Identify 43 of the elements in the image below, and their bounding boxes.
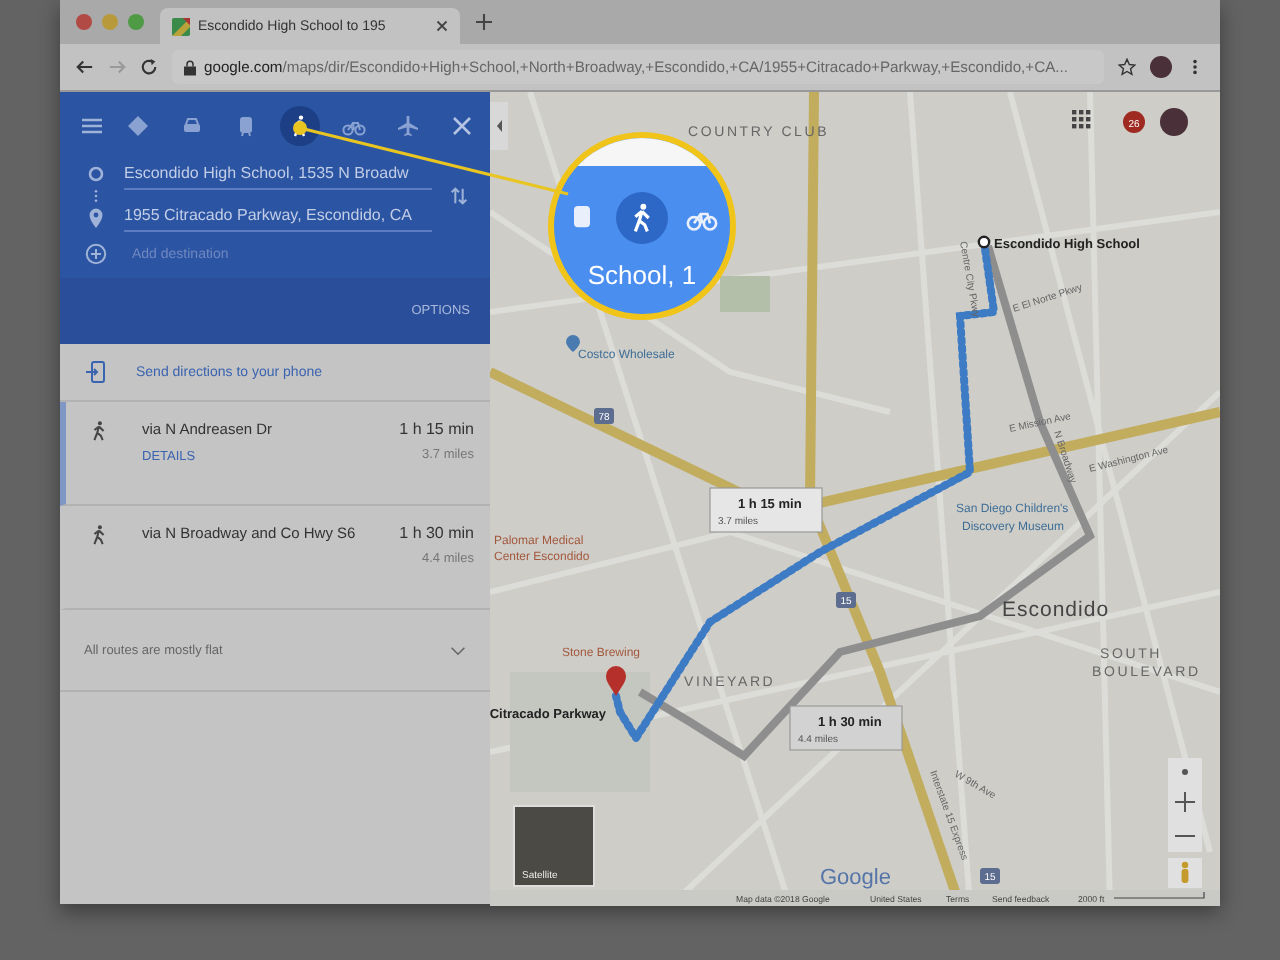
destination-pin-icon bbox=[84, 206, 108, 230]
origin-circle-icon bbox=[84, 162, 108, 186]
diamond-icon bbox=[126, 114, 150, 138]
walking-person-icon bbox=[88, 420, 110, 442]
map-logo: Google bbox=[820, 866, 891, 890]
lock-icon bbox=[184, 59, 196, 75]
scale-bar bbox=[1113, 891, 1205, 899]
chevron-down-icon[interactable] bbox=[450, 645, 466, 655]
walking-person-icon bbox=[88, 524, 110, 546]
close-tab-icon[interactable] bbox=[436, 20, 448, 32]
park-area bbox=[720, 276, 770, 312]
map-favicon-icon bbox=[172, 17, 190, 35]
collapse-arrow-icon bbox=[497, 120, 502, 132]
star-icon[interactable] bbox=[1118, 58, 1136, 76]
reload-icon[interactable] bbox=[140, 58, 158, 76]
apps-grid-icon[interactable] bbox=[1072, 110, 1091, 129]
car-icon bbox=[180, 114, 204, 138]
zoom-controls[interactable] bbox=[1168, 758, 1202, 852]
place-label: Escondido bbox=[1002, 598, 1110, 622]
destination-field[interactable]: 1955 Citracado Parkway, Escondido, CA bbox=[124, 202, 432, 232]
origin-marker-icon bbox=[977, 235, 991, 249]
close-icon[interactable] bbox=[450, 114, 474, 138]
hamburger-menu-icon[interactable] bbox=[80, 114, 104, 138]
origin-field[interactable]: Escondido High School, 1535 N Broadw bbox=[124, 160, 432, 190]
new-tab-icon[interactable] bbox=[476, 14, 492, 30]
swap-arrows-icon[interactable] bbox=[448, 184, 470, 208]
route-duration: 1 h 30 min bbox=[399, 524, 474, 542]
dotted-connector-icon bbox=[92, 188, 100, 204]
collapse-panel-tab[interactable] bbox=[490, 102, 508, 150]
add-circle-icon[interactable] bbox=[84, 242, 108, 266]
train-icon bbox=[234, 114, 258, 138]
avatar-icon[interactable] bbox=[1150, 56, 1172, 78]
close-light-icon[interactable] bbox=[76, 14, 92, 30]
back-arrow-icon[interactable] bbox=[76, 58, 94, 76]
route-duration: 1 h 15 min bbox=[399, 420, 474, 438]
magnified-text: School, 1 bbox=[587, 260, 697, 290]
pegman-icon[interactable] bbox=[1168, 858, 1202, 888]
street-map[interactable] bbox=[490, 92, 1220, 906]
airplane-icon bbox=[396, 114, 420, 138]
destination-pin-icon bbox=[606, 666, 626, 696]
place-pin-icon bbox=[566, 335, 580, 352]
send-to-phone-icon[interactable] bbox=[84, 360, 108, 384]
account-avatar-icon[interactable] bbox=[1160, 108, 1188, 136]
